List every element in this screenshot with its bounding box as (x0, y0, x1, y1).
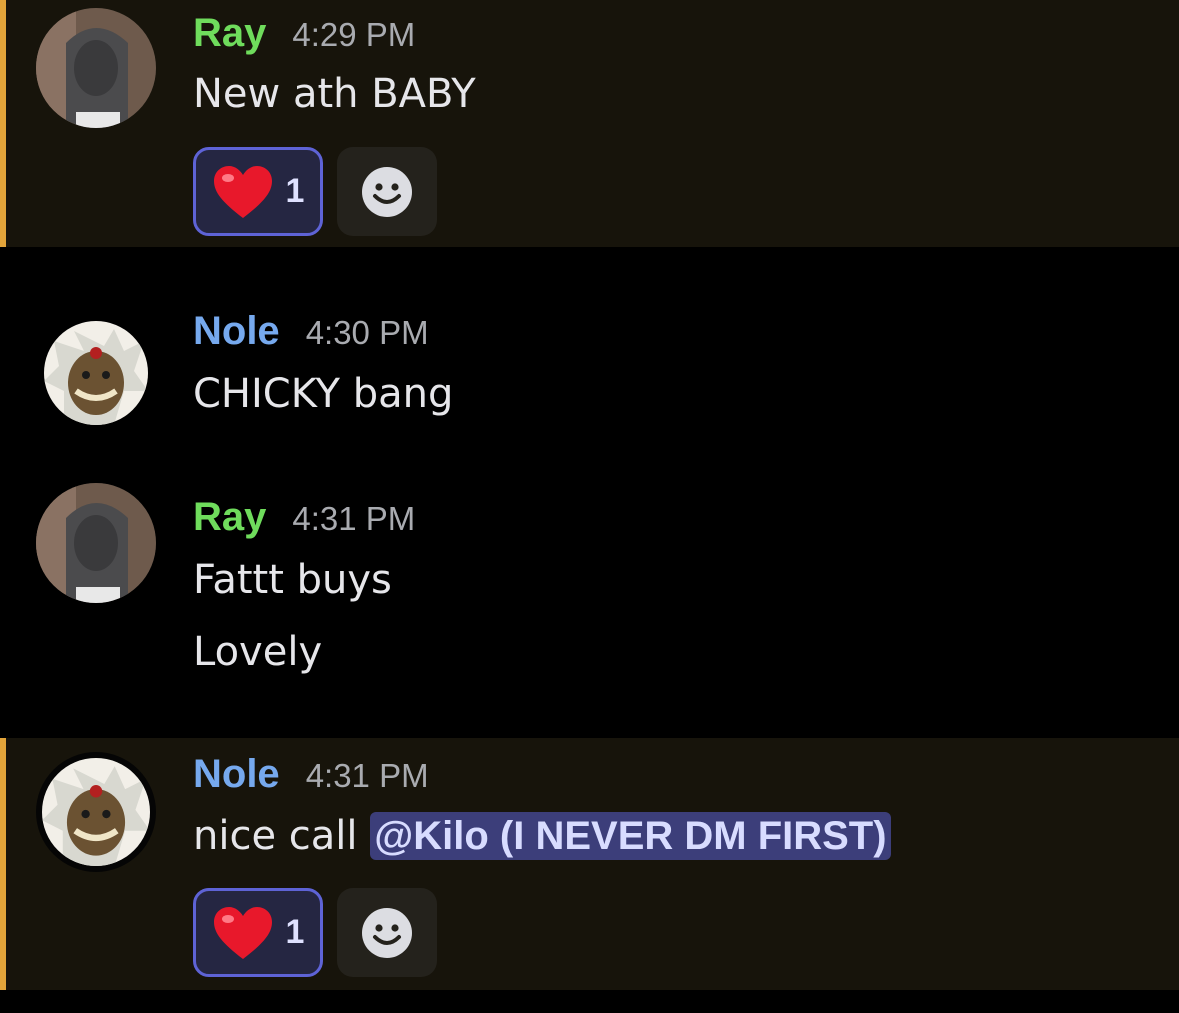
author-name[interactable]: Ray (193, 13, 266, 53)
timestamp: 4:30 PM (305, 314, 429, 351)
message-text: CHICKY bang (193, 371, 454, 417)
reaction-count: 1 (285, 172, 305, 210)
message-text: New ath BABY (193, 71, 476, 117)
avatar-ray[interactable] (36, 483, 156, 603)
author-name[interactable]: Nole (193, 311, 280, 351)
message-ray-2: Ray 4:31 PM Fattt buys Lovely (0, 477, 1179, 738)
heart-icon (212, 164, 274, 220)
message-ray-1: Ray 4:29 PM New ath BABY 1 (0, 0, 1179, 247)
message-text: Lovely (193, 629, 323, 675)
reaction-count: 1 (285, 913, 305, 951)
user-mention[interactable]: @Kilo (I NEVER DM FIRST) (370, 812, 891, 860)
message-text: Fattt buys (193, 557, 392, 603)
avatar-nole[interactable] (44, 321, 148, 425)
timestamp: 4:31 PM (292, 500, 416, 537)
heart-icon (212, 905, 274, 961)
message-text-prefix: nice call (193, 813, 371, 859)
heart-reaction[interactable]: 1 (193, 147, 323, 236)
avatar-nole[interactable] (36, 752, 156, 872)
smiley-icon (361, 907, 413, 959)
author-name[interactable]: Nole (193, 754, 280, 794)
heart-reaction[interactable]: 1 (193, 888, 323, 977)
timestamp: 4:29 PM (292, 16, 416, 53)
timestamp: 4:31 PM (305, 757, 429, 794)
smiley-icon (361, 166, 413, 218)
add-reaction-button[interactable] (337, 888, 437, 977)
author-name[interactable]: Ray (193, 497, 266, 537)
add-reaction-button[interactable] (337, 147, 437, 236)
avatar-ray[interactable] (36, 8, 156, 128)
message-nole-2: Nole 4:31 PM nice call @Kilo (I NEVER DM… (0, 738, 1179, 990)
message-text: nice call @Kilo (I NEVER DM FIRST) (193, 812, 891, 860)
message-nole-1: Nole 4:30 PM CHICKY bang (0, 247, 1179, 477)
